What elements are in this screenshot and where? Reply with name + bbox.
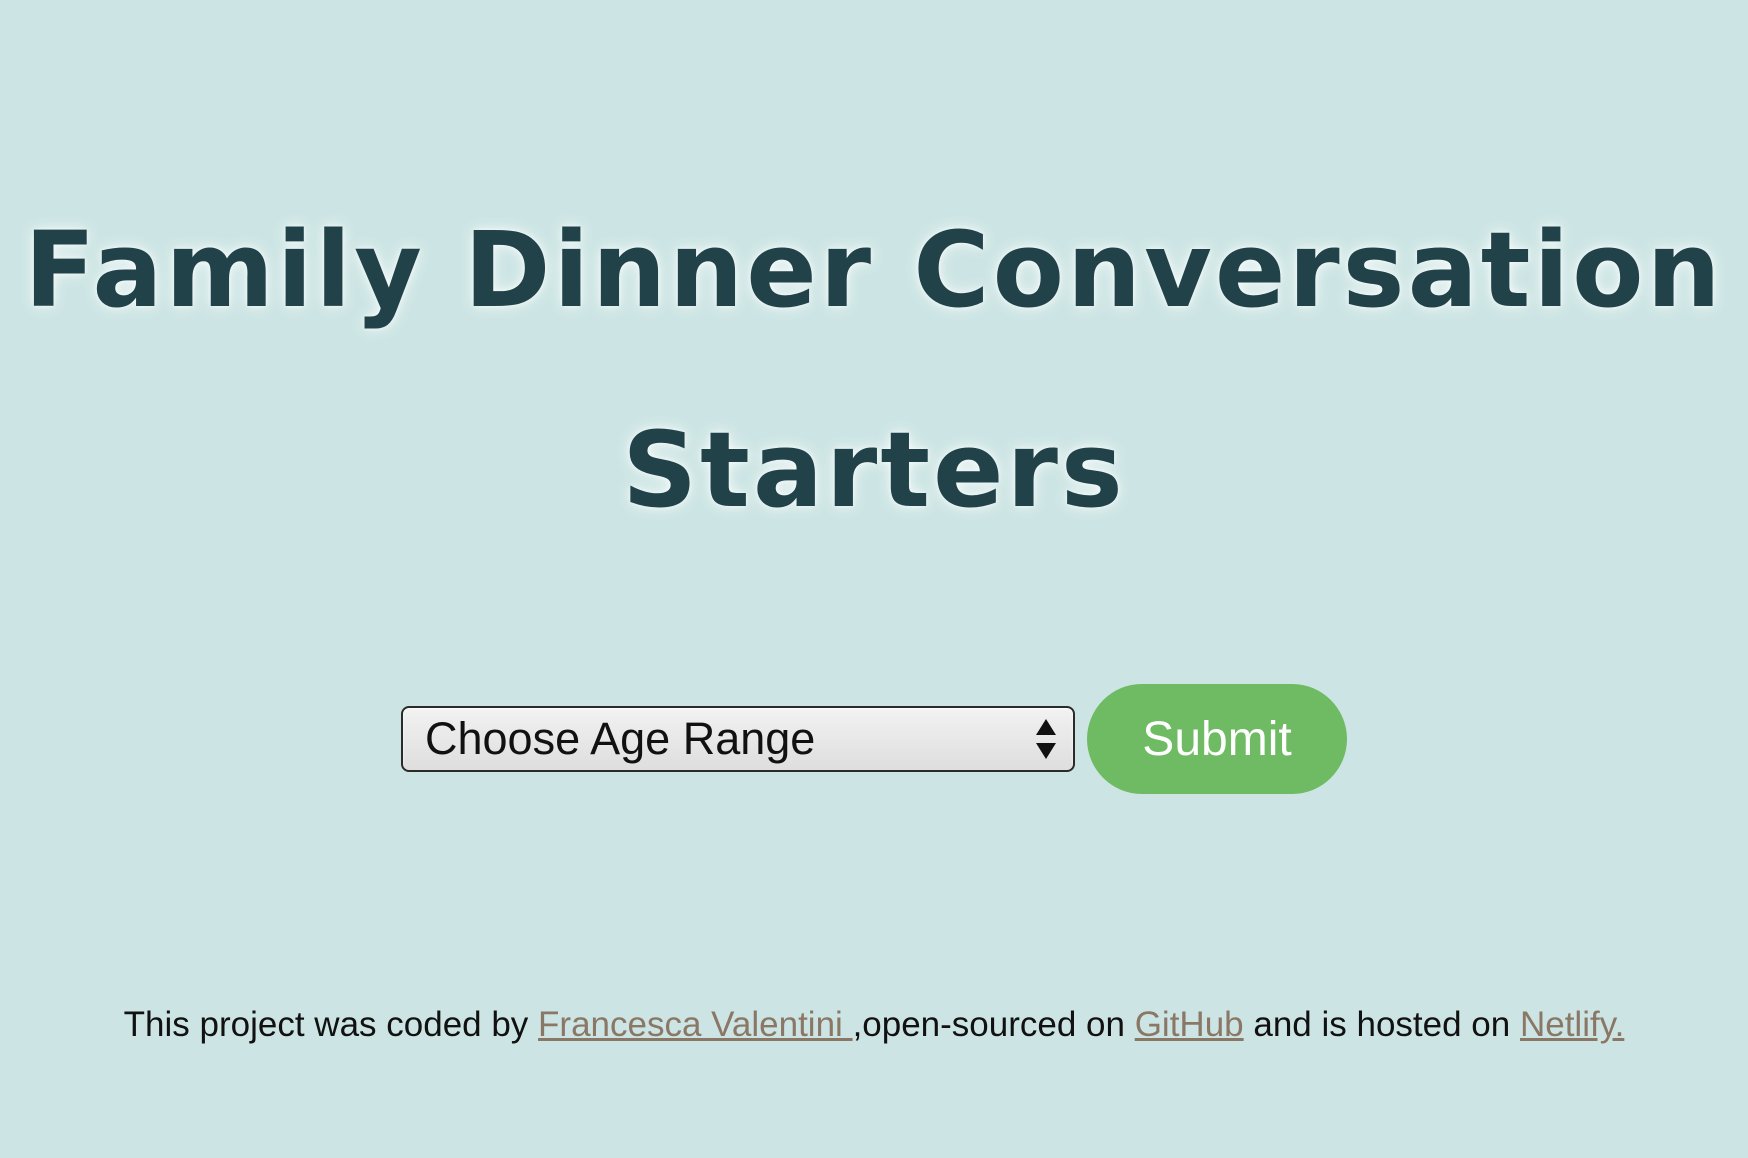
submit-button[interactable]: Submit	[1087, 684, 1347, 794]
page-title-line-2: Starters	[622, 409, 1126, 531]
up-down-chevron-icon	[1036, 719, 1056, 759]
footer-text: and is hosted on	[1243, 1005, 1520, 1044]
author-link[interactable]: Francesca Valentini	[538, 1005, 853, 1044]
page-title: Family Dinner Conversation Starters	[0, 170, 1748, 570]
age-range-select[interactable]: Choose Age Range	[401, 706, 1075, 772]
github-link[interactable]: GitHub	[1135, 1005, 1244, 1044]
footer-text: ,open-sourced on	[852, 1005, 1135, 1044]
footer-text: This project was coded by	[123, 1005, 539, 1044]
netlify-link[interactable]: Netlify.	[1520, 1005, 1624, 1044]
age-range-select-value: Choose Age Range	[425, 713, 816, 764]
footer: This project was coded by Francesca Vale…	[0, 1005, 1748, 1045]
age-form: Choose Age Range Submit	[0, 684, 1748, 794]
page-title-line-1: Family Dinner Conversation	[24, 209, 1724, 331]
